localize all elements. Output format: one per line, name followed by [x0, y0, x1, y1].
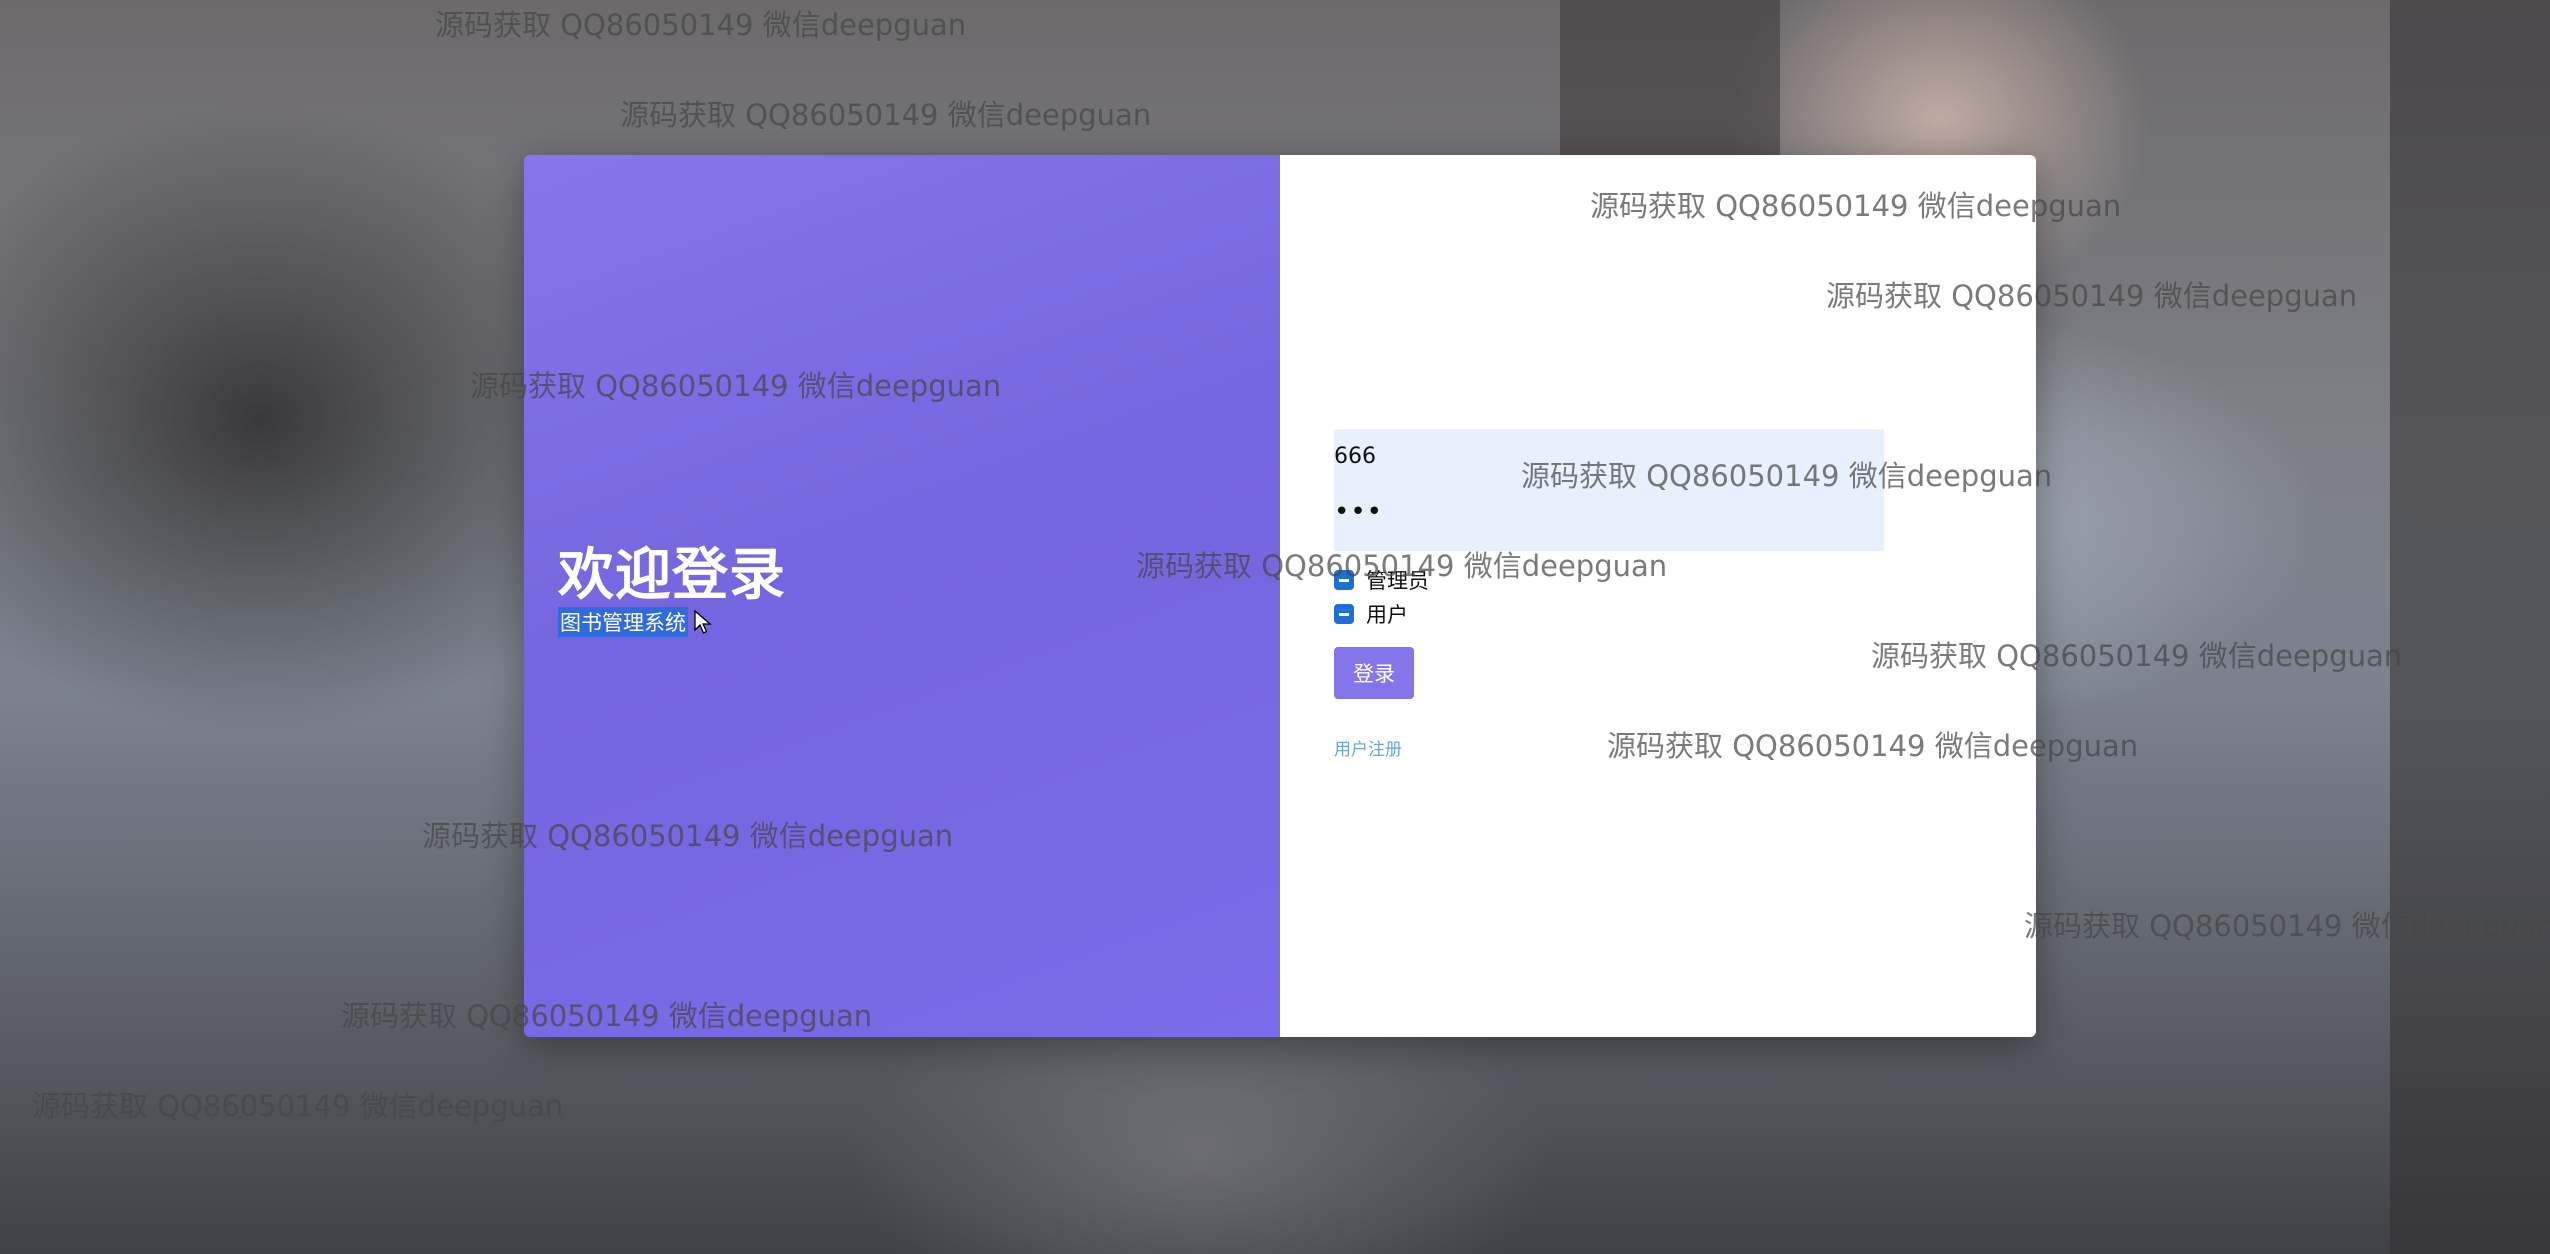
- watermark: 源码获取 QQ86050149 微信deepguan: [341, 999, 873, 1033]
- system-subtitle: 图书管理系统: [558, 607, 688, 637]
- welcome-panel: 欢迎登录 图书管理系统: [524, 155, 1280, 1037]
- watermark: 源码获取 QQ86050149 微信deepguan: [1590, 189, 2122, 223]
- watermark: 源码获取 QQ86050149 微信deepguan: [620, 98, 1152, 132]
- mouse-pointer-icon: [694, 610, 712, 634]
- login-button[interactable]: 登录: [1334, 647, 1414, 699]
- watermark: 源码获取 QQ86050149 微信deepguan: [422, 819, 954, 853]
- watermark: 源码获取 QQ86050149 微信deepguan: [1871, 639, 2403, 673]
- watermark: 源码获取 QQ86050149 微信deepguan: [1607, 729, 2139, 763]
- checkbox-indeterminate-icon[interactable]: [1334, 604, 1354, 624]
- watermark: 源码获取 QQ86050149 微信deepguan: [32, 1089, 564, 1123]
- password-input[interactable]: •••: [1334, 497, 1884, 531]
- watermark: 源码获取 QQ86050149 微信deepguan: [2024, 909, 2550, 943]
- watermark: 源码获取 QQ86050149 微信deepguan: [470, 369, 1002, 403]
- register-link[interactable]: 用户注册: [1334, 735, 1402, 760]
- watermark: 源码获取 QQ86050149 微信deepguan: [435, 8, 967, 42]
- login-card: 欢迎登录 图书管理系统 ••• 管理员 用户 登录 用户注册: [524, 155, 2036, 1037]
- role-label-user: 用户: [1366, 603, 1408, 627]
- watermark: 源码获取 QQ86050149 微信deepguan: [1826, 279, 2358, 313]
- role-option-user[interactable]: 用户: [1334, 601, 1408, 627]
- welcome-title: 欢迎登录: [558, 543, 786, 608]
- watermark: 源码获取 QQ86050149 微信deepguan: [1136, 549, 1668, 583]
- watermark: 源码获取 QQ86050149 微信deepguan: [1521, 459, 2053, 493]
